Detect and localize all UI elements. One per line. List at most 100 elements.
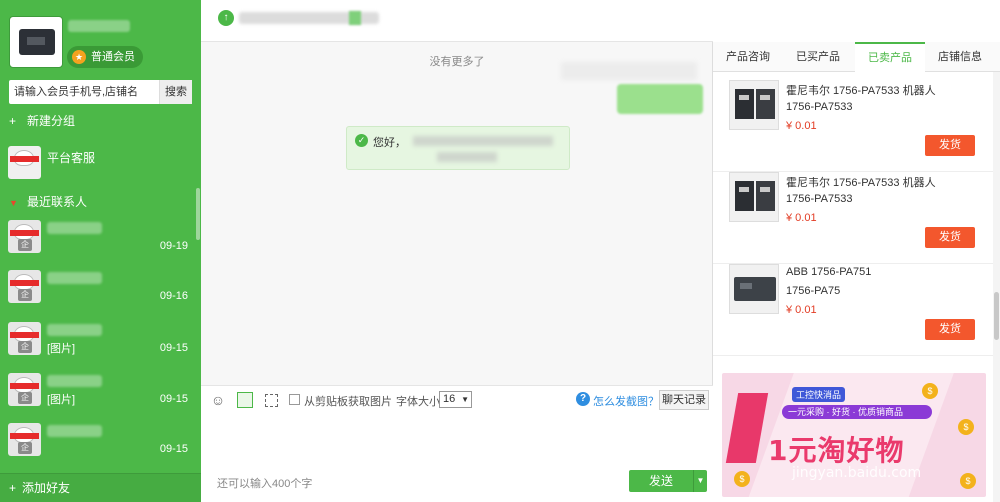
clipboard-checkbox[interactable] [289,394,300,405]
sent-message-bubble [617,84,703,114]
ship-button[interactable]: 发货 [925,319,975,340]
contact-item[interactable]: 企 09-15 [0,423,196,473]
sidebar-scrollbar[interactable] [196,188,200,240]
chevron-down-icon: ▼ [461,395,469,404]
chat-header: ↑ [201,0,713,42]
member-search-input[interactable] [9,80,159,104]
ship-button[interactable]: 发货 [925,227,975,248]
plus-icon: + [9,114,17,128]
recent-contacts-header[interactable]: ▼ 最近联系人 [9,193,87,210]
add-friend-label: 添加好友 [22,481,71,495]
product-model: 1756-PA7533 [786,193,853,205]
new-group-button[interactable]: + 新建分组 [9,112,75,129]
send-button[interactable]: 发送 [629,470,693,492]
last-message: [图片] [47,394,76,406]
font-size-label: 字体大小 [396,396,440,408]
user-name-redacted [68,20,130,32]
contact-platform-service[interactable]: 平台客服 [0,146,196,180]
message-time-redacted [561,62,697,80]
member-search: 搜索 [9,80,192,104]
received-message-bubble: ✓ 您好， [346,126,570,170]
banner-subtitle: 一元采购 · 好货 · 优质销商品 [782,405,932,419]
last-message-date: 09-15 [159,443,188,455]
user-profile: ★ 普通会员 [0,0,201,76]
send-options-dropdown[interactable]: ▼ [693,470,707,492]
avatar: 企 [8,322,41,355]
avatar [8,146,41,179]
promo-banner[interactable]: 工控快消品 一元采购 · 好货 · 优质销商品 1元淘好物 $ $ $ $ ji… [722,373,986,497]
new-group-label: 新建分组 [27,114,76,128]
coin-icon: $ [734,471,750,487]
contact-item[interactable]: 企 [图片] 09-15 [0,322,196,372]
plus-icon: + [9,481,17,495]
product-title[interactable]: ABB 1756-PA751 [786,266,871,278]
product-item: ABB 1756-PA751 1756-PA75 ¥ 0.01 发货 [713,264,993,356]
arrow-up-icon[interactable]: ↑ [218,10,234,26]
product-item: 霍尼韦尔 1756-PA7533 机器人 1756-PA7533 ¥ 0.01 … [713,80,993,172]
product-item: 霍尼韦尔 1756-PA7533 机器人 1756-PA7533 ¥ 0.01 … [713,172,993,264]
scrollbar-thumb[interactable] [994,292,999,340]
avatar: 企 [8,423,41,456]
last-message-date: 09-15 [159,393,188,405]
product-image[interactable] [729,80,779,130]
greeting-text: 您好， [373,137,406,149]
message-input[interactable]: 还可以输入400个字 发送 ▼ [201,413,713,502]
info-panel: 产品咨询 已买产品 已卖产品 店铺信息 霍尼韦尔 1756-PA7533 机器人… [713,0,1000,502]
screenshot-help-link[interactable]: 怎么发截图？ [593,393,659,409]
contact-name-redacted [47,222,102,234]
product-model: 1756-PA75 [786,285,841,297]
contact-name-redacted [47,272,102,284]
image-icon[interactable] [237,392,253,408]
search-button[interactable]: 搜索 [159,80,192,104]
tab-product-inquiry[interactable]: 产品咨询 [713,42,783,72]
contact-name-redacted [47,425,102,437]
contacts-sidebar: ★ 普通会员 搜索 + 新建分组 平台客服 ▼ 最近联系人 企 09-19 企 09… [0,0,201,502]
panel-scrollbar[interactable] [993,72,1000,502]
member-level-badge: ★ 普通会员 [67,46,143,68]
product-image [19,29,55,55]
clipboard-label: 从剪贴板获取图片 [304,396,392,408]
product-image[interactable] [729,264,779,314]
check-icon: ✓ [355,134,368,147]
product-image[interactable] [729,172,779,222]
contact-name-redacted [47,324,102,336]
add-friend-button[interactable]: + 添加好友 [0,473,201,502]
emoji-icon[interactable]: ☺ [210,392,226,408]
medal-icon: ★ [72,50,86,64]
chat-history-button[interactable]: 聊天记录 [659,390,709,410]
info-tabs: 产品咨询 已买产品 已卖产品 店铺信息 [713,42,1000,73]
member-level-label: 普通会员 [91,51,135,63]
avatar: 企 [8,373,41,406]
coin-icon: $ [958,419,974,435]
tab-bought-products[interactable]: 已买产品 [783,42,853,72]
recent-contacts-label: 最近联系人 [27,195,88,209]
ship-button[interactable]: 发货 [925,135,975,156]
watermark-text: jingyan.baidu.com [792,465,922,481]
message-text-redacted [413,136,553,146]
screenshot-icon[interactable] [265,394,278,407]
last-message-date: 09-15 [159,342,188,354]
product-price: ¥ 0.01 [786,120,817,132]
product-title[interactable]: 霍尼韦尔 1756-PA7533 机器人 [786,174,936,190]
tab-sold-products[interactable]: 已卖产品 [855,42,925,73]
contact-item[interactable]: 企 [图片] 09-15 [0,373,196,423]
avatar: 企 [8,220,41,253]
product-title[interactable]: 霍尼韦尔 1756-PA7533 机器人 [786,82,936,98]
contact-name: 平台客服 [47,151,96,165]
char-count: 还可以输入400个字 [217,478,313,490]
avatar[interactable] [9,16,63,68]
coin-icon: $ [922,383,938,399]
message-text-redacted [437,152,497,162]
last-message-date: 09-19 [159,240,188,252]
font-size-select[interactable]: 16 ▼ [439,391,472,408]
last-message-date: 09-16 [159,290,188,302]
contact-item[interactable]: 企 09-16 [0,270,196,320]
contact-item[interactable]: 企 09-19 [0,220,196,270]
product-price: ¥ 0.01 [786,212,817,224]
tab-shop-info[interactable]: 店铺信息 [925,42,995,72]
product-price: ¥ 0.01 [786,304,817,316]
status-indicator [349,11,361,25]
help-icon[interactable]: ? [576,392,590,406]
font-size-value: 16 [443,393,456,405]
banner-graphic [725,393,769,463]
